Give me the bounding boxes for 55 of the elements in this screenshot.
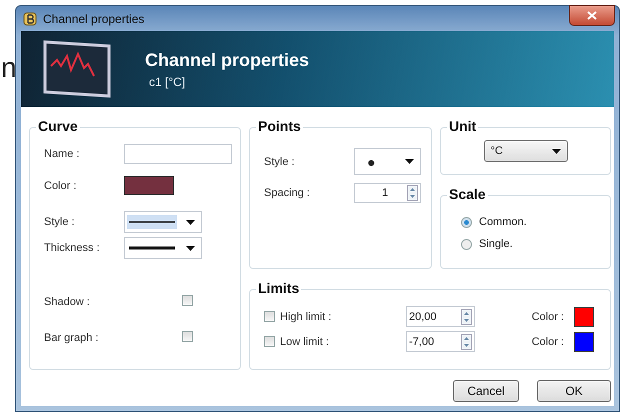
field-label: Style : — [264, 156, 296, 168]
group-title: Scale — [447, 186, 488, 202]
name-field[interactable] — [124, 144, 232, 164]
group-title: Points — [256, 118, 303, 134]
caret-icon — [186, 220, 195, 224]
window-title: Channel properties — [43, 12, 144, 26]
background-text: n — [1, 52, 17, 84]
point-style-value: ● — [367, 154, 376, 170]
point-style-dropdown[interactable]: ● — [354, 148, 421, 175]
color-swatch[interactable] — [574, 306, 594, 326]
header-title: Channel properties — [145, 50, 310, 71]
spacing-spinbox[interactable]: 1 — [354, 183, 421, 203]
line-style-dropdown[interactable] — [124, 211, 202, 233]
field-label: Thickness : — [44, 242, 101, 254]
spin-arrows-icon[interactable] — [407, 185, 418, 201]
limit-spinbox[interactable]: -7,00 — [406, 331, 475, 352]
header-subtitle: c1 [°C] — [149, 74, 186, 89]
spin-arrows-icon[interactable] — [461, 308, 472, 324]
checkbox[interactable] — [182, 331, 193, 342]
group-title: Limits — [256, 280, 302, 296]
radio-button[interactable] — [461, 216, 472, 228]
group-title: Curve — [36, 118, 80, 134]
radio-button[interactable] — [461, 238, 472, 250]
limit-spinbox[interactable]: 20,00 — [406, 306, 475, 327]
dialog-button[interactable]: Cancel — [453, 380, 519, 402]
field-label: Name : — [44, 148, 80, 160]
color-label: Color : — [532, 310, 564, 322]
color-swatch[interactable] — [124, 176, 174, 195]
radio-option[interactable]: Single. — [461, 238, 600, 250]
field-label: Spacing : — [264, 187, 311, 199]
checkbox[interactable] — [264, 311, 275, 322]
spin-arrows-icon[interactable] — [461, 334, 472, 350]
radio-option[interactable]: Common. — [461, 216, 600, 228]
field-label: Color : — [44, 180, 78, 192]
line-style-icon — [127, 215, 177, 229]
app-icon — [23, 12, 37, 26]
caret-icon — [552, 148, 560, 154]
field-label: Style : — [44, 216, 76, 228]
checkbox[interactable] — [182, 295, 193, 306]
field-label: Bar graph : — [44, 332, 100, 344]
caret-icon — [405, 159, 414, 164]
monitor-graph-icon — [43, 40, 111, 98]
color-swatch[interactable] — [574, 332, 594, 352]
close-icon[interactable] — [587, 11, 597, 20]
caret-icon — [186, 246, 195, 250]
limit-label: High limit : — [280, 310, 332, 322]
unit-dropdown[interactable]: °C — [484, 140, 568, 162]
field-label: Shadow : — [44, 296, 91, 308]
color-label: Color : — [532, 336, 564, 348]
group-title: Unit — [447, 118, 478, 134]
limit-label: Low limit : — [280, 336, 330, 348]
close-button[interactable] — [569, 5, 615, 26]
thickness-dropdown[interactable] — [124, 237, 202, 259]
checkbox[interactable] — [264, 336, 275, 347]
dialog-button[interactable]: OK — [537, 380, 611, 402]
